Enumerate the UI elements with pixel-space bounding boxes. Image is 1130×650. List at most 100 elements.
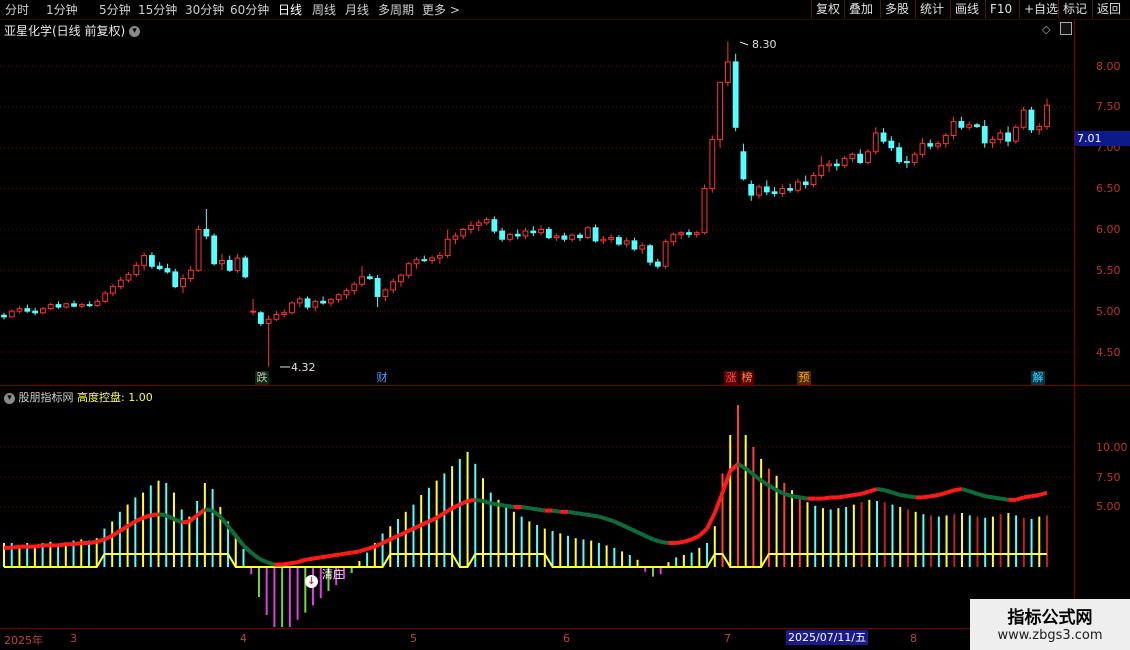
- back-button[interactable]: 返回: [1092, 0, 1125, 18]
- candle-body: [818, 165, 825, 176]
- candle-body: [600, 238, 607, 242]
- low-price-label: 4.32: [291, 361, 316, 374]
- indicator-trend-segment: [652, 537, 662, 544]
- candle-body: [421, 259, 428, 262]
- indicator-bar: [427, 487, 430, 567]
- event-tag-unlock[interactable]: 解: [1031, 371, 1045, 385]
- indicator-trend-segment: [628, 526, 639, 535]
- indicator-trend-segment: [907, 494, 916, 500]
- candle-body: [732, 61, 739, 128]
- fuquan-button[interactable]: 复权: [811, 0, 844, 18]
- tab-fenshi[interactable]: 分时: [5, 1, 29, 18]
- candle-body: [935, 143, 941, 147]
- indicator-trend-segment: [96, 537, 106, 544]
- event-tag-finance[interactable]: 财: [375, 371, 389, 385]
- candle-body: [507, 233, 513, 240]
- overlay-button[interactable]: 叠加: [844, 0, 877, 18]
- candle-body: [662, 241, 669, 267]
- candle-body: [857, 153, 864, 163]
- tab-weekly[interactable]: 周线: [312, 1, 336, 18]
- indicator-trend-segment: [218, 515, 230, 528]
- candle-body: [172, 271, 179, 288]
- candle-body: [195, 228, 202, 271]
- multi-stock-button[interactable]: 多股: [880, 0, 913, 18]
- indicator-trend-segment: [467, 497, 476, 503]
- candle-body: [623, 240, 630, 245]
- mark-button[interactable]: 标记: [1058, 0, 1091, 18]
- event-tag-drop[interactable]: 跌: [255, 371, 269, 385]
- indicator-trend-segment: [984, 494, 994, 500]
- indicator-bar: [706, 543, 709, 567]
- indicator-trend-segment: [188, 513, 199, 523]
- candle-body: [187, 269, 194, 279]
- candle-body: [647, 245, 653, 263]
- price-tick: 5.00: [1096, 305, 1121, 318]
- draw-line-button[interactable]: 画线: [950, 0, 983, 18]
- indicator-chart[interactable]: [0, 387, 1074, 627]
- candle-body: [763, 186, 770, 193]
- candle-body: [405, 263, 412, 276]
- x-label: 8: [910, 632, 917, 645]
- indicator-bar: [597, 543, 600, 567]
- indicator-trend-segment: [165, 513, 175, 521]
- indicator-bar: [420, 495, 423, 567]
- candle-body: [133, 264, 140, 275]
- indicator-trend-segment: [305, 556, 314, 562]
- tab-multi-period[interactable]: 多周期: [378, 1, 414, 18]
- candle-body: [1012, 126, 1019, 142]
- candle-body: [250, 310, 256, 313]
- candle-body: [444, 238, 451, 257]
- tab-60min[interactable]: 60分钟: [230, 1, 269, 18]
- indicator-trend-segment: [381, 537, 392, 545]
- indicator-bar: [134, 497, 137, 567]
- indicator-trend-segment: [521, 505, 530, 511]
- tab-1min[interactable]: 1分钟: [46, 1, 78, 18]
- candle-body: [709, 139, 716, 190]
- candlestick-chart[interactable]: [0, 20, 1074, 385]
- x-axis-divider: [0, 628, 1130, 629]
- indicator-trend-segment: [250, 551, 261, 561]
- add-watchlist-button[interactable]: +自选: [1019, 0, 1062, 18]
- indicator-trend-segment: [296, 557, 306, 565]
- indicator-bar: [922, 514, 925, 567]
- tab-15min[interactable]: 15分钟: [138, 1, 177, 18]
- indicator-bar: [991, 516, 994, 567]
- indicator-bar: [1007, 513, 1010, 567]
- event-tag-forecast[interactable]: 预: [797, 371, 811, 385]
- indicator-trend-segment: [150, 512, 159, 518]
- candle-body: [359, 276, 365, 285]
- indicator-bar: [605, 545, 608, 567]
- tab-monthly[interactable]: 月线: [345, 1, 369, 18]
- indicator-bar: [273, 567, 276, 627]
- indicator-trend-segment: [675, 539, 685, 545]
- indicator-bar: [868, 499, 871, 567]
- event-tag-up[interactable]: 涨: [724, 371, 738, 385]
- f10-button[interactable]: F10: [985, 0, 1016, 18]
- candle-body: [117, 279, 124, 288]
- indicator-bar: [837, 508, 840, 567]
- indicator-bar: [906, 509, 909, 567]
- indicator-bar: [443, 473, 446, 567]
- indicator-bar: [953, 514, 956, 567]
- candle-body: [981, 125, 988, 144]
- candle-body: [514, 233, 521, 237]
- indicator-trend-segment: [366, 544, 376, 551]
- candle-body: [55, 304, 62, 308]
- tab-daily[interactable]: 日线: [278, 1, 302, 18]
- indicator-bar: [736, 405, 739, 567]
- indicator-bar: [103, 528, 106, 567]
- stats-button[interactable]: 统计: [915, 0, 948, 18]
- candle-body: [164, 268, 171, 273]
- indicator-trend-segment: [428, 515, 438, 524]
- indicator-trend-segment: [845, 493, 855, 499]
- indicator-bar: [999, 514, 1002, 567]
- tab-30min[interactable]: 30分钟: [185, 1, 224, 18]
- indicator-trend-segment: [111, 529, 121, 538]
- indicator-trend-segment: [930, 493, 940, 499]
- tab-more[interactable]: 更多 >: [422, 1, 460, 18]
- indicator-bar: [628, 555, 631, 567]
- event-tag-list[interactable]: 榜: [740, 371, 754, 385]
- candle-body: [966, 124, 973, 128]
- high-arrow: [739, 41, 749, 46]
- tab-5min[interactable]: 5分钟: [99, 1, 131, 18]
